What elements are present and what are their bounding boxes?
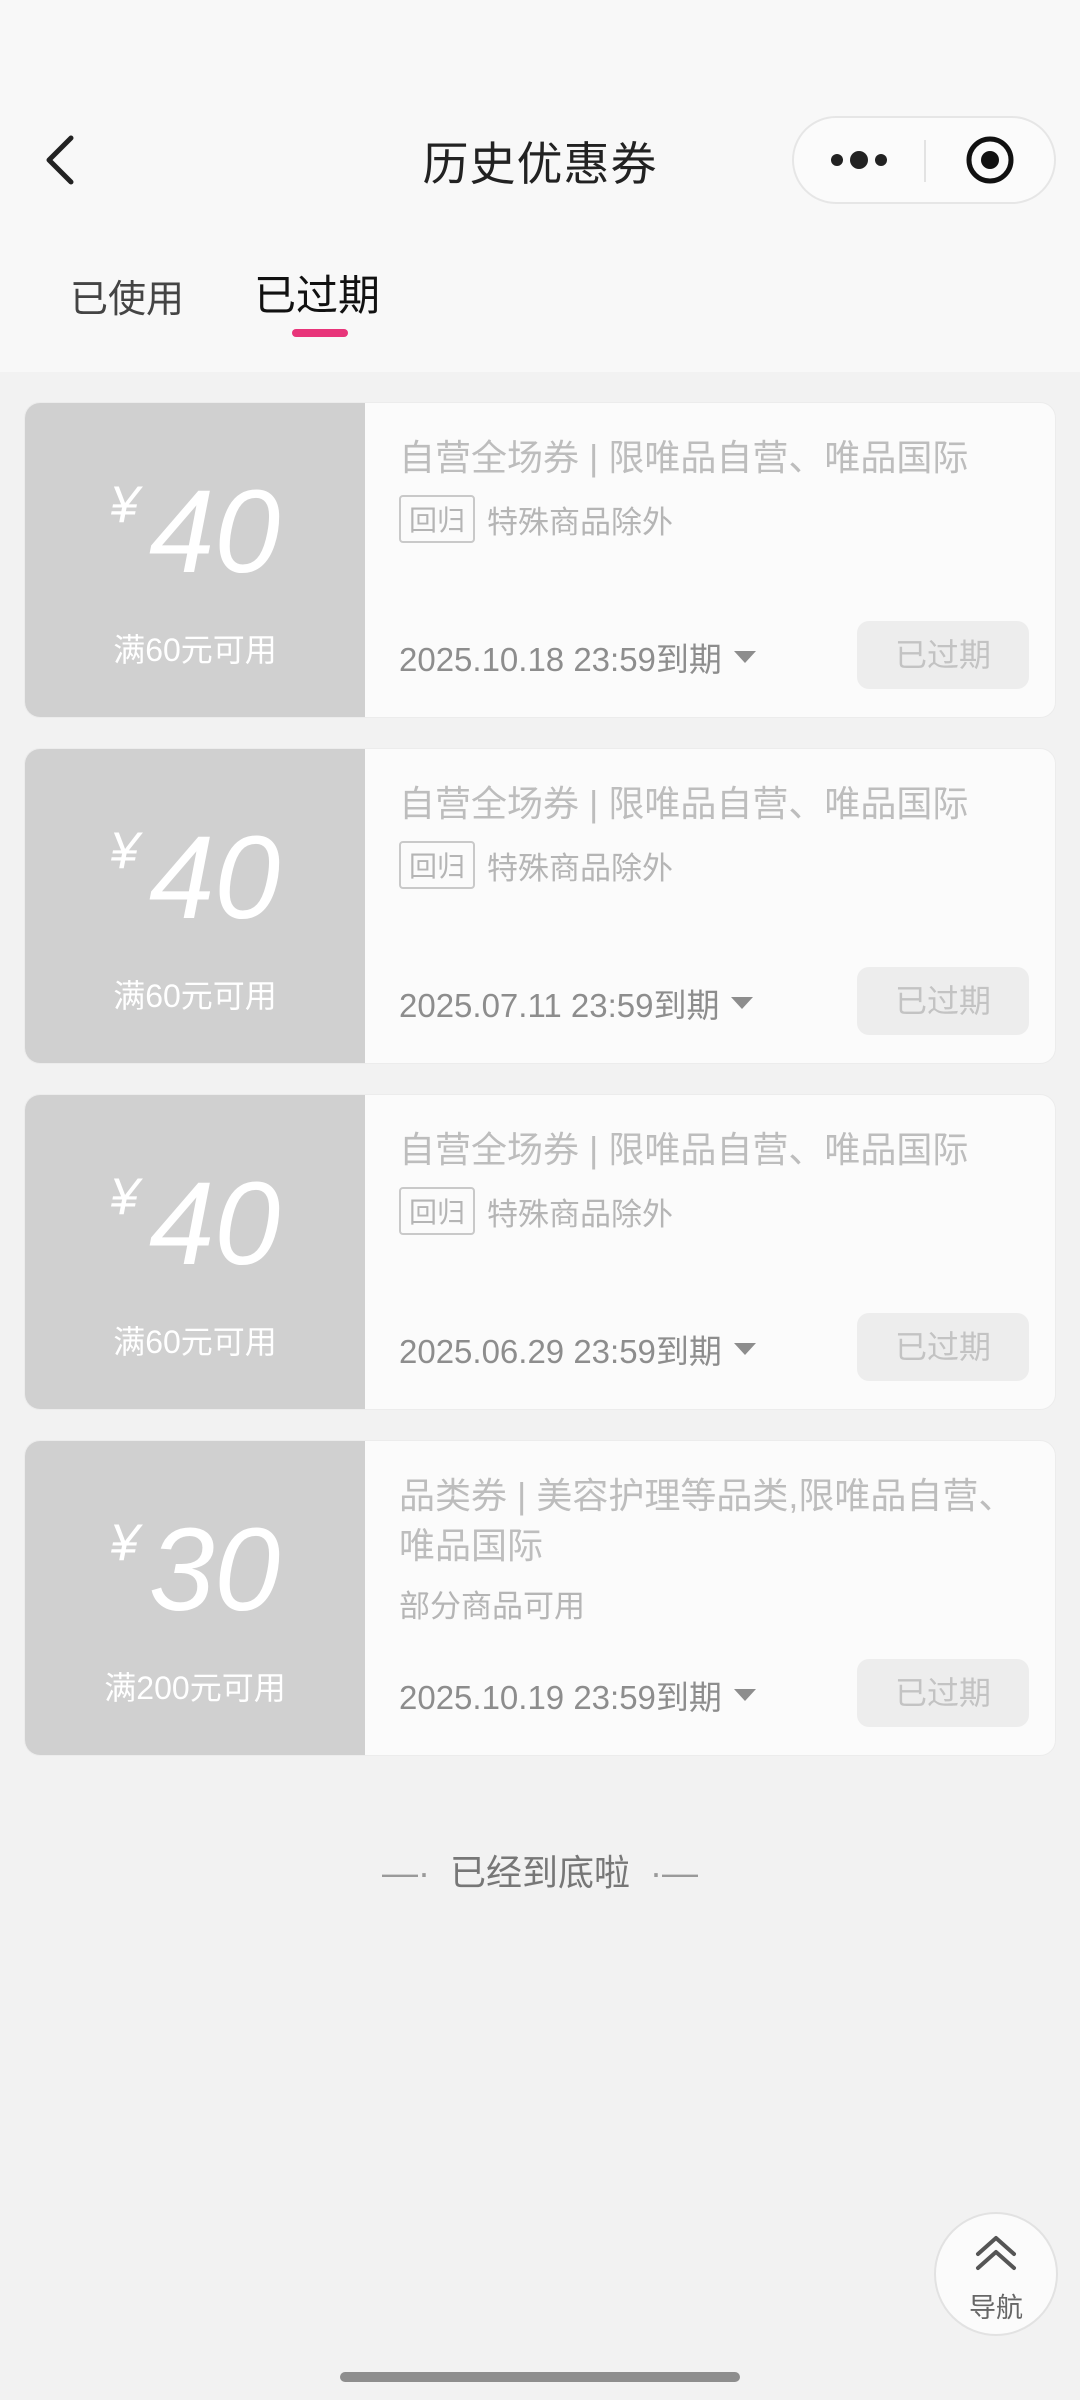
more-dots-icon <box>831 151 887 169</box>
coupon-tag-row: 回归 特殊商品除外 <box>399 1187 673 1235</box>
currency-symbol: ¥ <box>109 476 139 534</box>
amount-value: 40 <box>148 812 281 944</box>
expiry-text: 2025.07.11 23:59到期 <box>399 987 720 1024</box>
coupon-card[interactable]: ¥40 满60元可用 自营全场券 | 限唯品自营、唯品国际 回归 特殊商品除外 … <box>24 1094 1056 1410</box>
perforation-edge <box>355 403 375 717</box>
caret-down-icon <box>733 1689 756 1701</box>
coupon-tag: 回归 <box>399 841 476 889</box>
end-of-list-indicator: —· 已经到底啦 ·— <box>0 1844 1080 1896</box>
coupon-note: 特殊商品除外 <box>487 504 674 540</box>
tab-used[interactable]: 已使用 <box>70 268 184 323</box>
active-tab-indicator <box>292 329 348 337</box>
header: 历史优惠券 已使用 已过期 <box>0 0 1080 372</box>
coupon-title: 品类券 | 美容护理等品类,限唯品自营、唯品国际 <box>399 1475 1015 1566</box>
end-dash-left: —· <box>381 1852 430 1893</box>
coupon-value-panel: ¥40 满60元可用 <box>25 1095 365 1409</box>
coupon-expiry[interactable]: 2025.10.18 23:59到期 <box>399 633 756 681</box>
end-text: 已经到底啦 <box>449 1852 630 1893</box>
target-circle-icon <box>966 136 1014 184</box>
coupon-title: 自营全场券 | 限唯品自营、唯品国际 <box>399 437 969 478</box>
tab-expired[interactable]: 已过期 <box>254 262 380 323</box>
coupon-threshold: 满60元可用 <box>113 1324 277 1360</box>
coupon-threshold: 满60元可用 <box>113 632 277 668</box>
coupon-amount: ¥40 <box>25 1165 365 1283</box>
perforation-edge <box>355 1095 375 1409</box>
close-mini-program-button[interactable] <box>926 118 1054 202</box>
expired-status-button: 已过期 <box>857 1313 1029 1381</box>
coupon-value-panel: ¥40 满60元可用 <box>25 749 365 1063</box>
perforation-edge <box>355 749 375 1063</box>
coupon-expiry[interactable]: 2025.07.11 23:59到期 <box>399 979 754 1027</box>
perforation-edge <box>355 1441 375 1755</box>
page: 历史优惠券 已使用 已过期 ¥40 满60元可用 自营全场券 | 限唯品自营、唯… <box>0 0 1080 2400</box>
coupon-card[interactable]: ¥30 满200元可用 品类券 | 美容护理等品类,限唯品自营、唯品国际 部分商… <box>24 1440 1056 1756</box>
more-button[interactable] <box>794 118 924 202</box>
expired-status-button: 已过期 <box>857 967 1029 1035</box>
coupon-expiry[interactable]: 2025.06.29 23:59到期 <box>399 1325 756 1373</box>
caret-down-icon <box>733 1343 756 1355</box>
coupon-card[interactable]: ¥40 满60元可用 自营全场券 | 限唯品自营、唯品国际 回归 特殊商品除外 … <box>24 402 1056 718</box>
currency-symbol: ¥ <box>109 1168 139 1226</box>
coupon-title: 自营全场券 | 限唯品自营、唯品国际 <box>399 1129 969 1170</box>
home-indicator[interactable] <box>340 2372 740 2382</box>
coupon-note: 特殊商品除外 <box>487 1196 674 1232</box>
coupon-tag: 回归 <box>399 495 476 543</box>
coupon-amount: ¥40 <box>25 819 365 937</box>
caret-down-icon <box>733 651 756 663</box>
coupon-tag: 回归 <box>399 1187 476 1235</box>
coupon-expiry[interactable]: 2025.10.19 23:59到期 <box>399 1671 756 1719</box>
coupon-tag-row: 回归 特殊商品除外 <box>399 841 673 889</box>
amount-value: 40 <box>148 1158 281 1290</box>
mini-program-capsule <box>792 116 1056 204</box>
coupon-title: 自营全场券 | 限唯品自营、唯品国际 <box>399 783 969 824</box>
coupon-tag-row: 回归 特殊商品除外 <box>399 495 673 543</box>
end-dash-right: ·— <box>650 1852 699 1893</box>
expired-status-button: 已过期 <box>857 621 1029 689</box>
double-chevron-up-icon <box>976 2236 1016 2270</box>
coupon-note: 部分商品可用 <box>399 1589 585 1624</box>
currency-symbol: ¥ <box>109 822 139 880</box>
coupon-value-panel: ¥30 满200元可用 <box>25 1441 365 1755</box>
coupon-note: 特殊商品除外 <box>487 850 674 886</box>
expiry-text: 2025.10.18 23:59到期 <box>399 641 722 678</box>
coupon-amount: ¥30 <box>25 1511 365 1629</box>
caret-down-icon <box>731 997 754 1009</box>
coupon-threshold: 满200元可用 <box>104 1670 286 1706</box>
coupon-amount: ¥40 <box>25 473 365 591</box>
coupon-card[interactable]: ¥40 满60元可用 自营全场券 | 限唯品自营、唯品国际 回归 特殊商品除外 … <box>24 748 1056 1064</box>
currency-symbol: ¥ <box>109 1514 139 1572</box>
amount-value: 40 <box>148 466 281 598</box>
nav-label: 导航 <box>969 2293 1023 2323</box>
expiry-text: 2025.06.29 23:59到期 <box>399 1333 722 1370</box>
coupon-threshold: 满60元可用 <box>113 978 277 1014</box>
expiry-text: 2025.10.19 23:59到期 <box>399 1679 722 1716</box>
expired-status-button: 已过期 <box>857 1659 1029 1727</box>
amount-value: 30 <box>148 1504 281 1636</box>
coupon-value-panel: ¥40 满60元可用 <box>25 403 365 717</box>
nav-float-button[interactable]: 导航 <box>934 2212 1058 2336</box>
